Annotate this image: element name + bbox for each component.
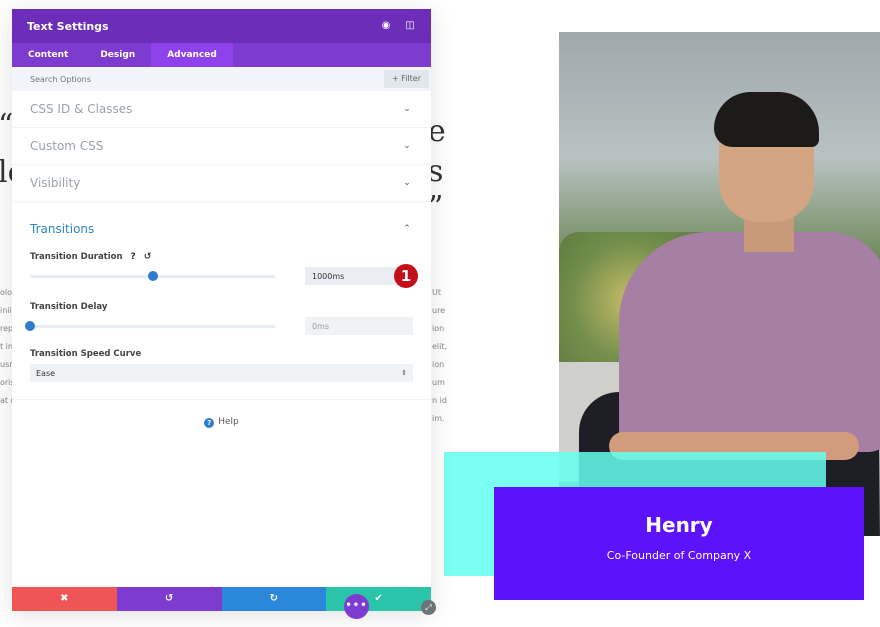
transition-duration-slider[interactable] [30, 270, 275, 281]
chevron-down-icon: ⌄ [403, 104, 411, 114]
chevron-down-icon: ⌄ [403, 141, 411, 151]
modal-title: Text Settings [27, 19, 109, 33]
tab-design[interactable]: Design [84, 43, 151, 67]
redo-icon: ↻ [269, 593, 279, 604]
body-text-fragment: ion [432, 360, 445, 369]
help-link[interactable]: ? Help [12, 417, 431, 428]
checkmark-icon: ✔ [374, 593, 383, 604]
body-text-fragment: usr [0, 360, 13, 369]
section-transitions[interactable]: Transitions ⌃ [12, 202, 431, 250]
section-custom-css[interactable]: Custom CSS ⌄ [12, 128, 431, 165]
close-icon: ✖ [60, 593, 69, 604]
step-number-badge: 1 [394, 264, 418, 288]
search-row: + Filter [12, 67, 431, 91]
divider [12, 399, 431, 400]
body-text-fragment: olo [0, 288, 13, 297]
body-text-fragment: ion [432, 324, 445, 333]
slider-thumb[interactable] [25, 320, 35, 331]
text-settings-modal: Text Settings ◉ ◫ Content Design Advance… [12, 9, 431, 611]
section-label: Transitions [30, 222, 95, 236]
section-label: CSS ID & Classes [30, 102, 133, 116]
help-circle-icon: ? [204, 418, 215, 428]
transition-delay-input[interactable] [305, 317, 413, 335]
transition-duration-field: Transition Duration ? ↺ 1 [12, 250, 431, 288]
transition-speed-curve-select[interactable]: Ease ⇕ [30, 364, 413, 382]
chevron-down-icon: ⌄ [403, 178, 411, 188]
tab-advanced[interactable]: Advanced [151, 43, 233, 67]
photo-shirt [619, 232, 880, 452]
help-question-icon[interactable]: ? [131, 252, 136, 262]
transition-delay-field: Transition Delay [12, 300, 431, 338]
photo-hair [714, 92, 819, 147]
section-label: Custom CSS [30, 139, 104, 153]
transition-speed-curve-field: Transition Speed Curve Ease ⇕ [12, 347, 431, 382]
ellipsis-icon: ••• [345, 600, 368, 611]
transition-delay-label: Transition Delay [30, 302, 108, 312]
body-text-fragment: um [432, 378, 445, 387]
section-css-id-classes[interactable]: CSS ID & Classes ⌄ [12, 91, 431, 128]
select-value: Ease [36, 368, 56, 378]
undo-icon: ↺ [164, 593, 174, 604]
focus-icon[interactable]: ◉ [380, 20, 392, 32]
chevron-up-icon: ⌃ [403, 224, 411, 234]
body-text-fragment: n id [432, 396, 447, 405]
reset-icon[interactable]: ↺ [144, 252, 152, 262]
select-arrows-icon: ⇕ [401, 369, 407, 377]
cancel-button[interactable]: ✖ [12, 587, 117, 611]
body-text-fragment: elit, [432, 342, 448, 351]
profile-card: Henry Co-Founder of Company X [494, 487, 864, 600]
profile-name: Henry [645, 513, 713, 537]
help-label: Help [218, 417, 239, 427]
save-button[interactable]: ✔ [326, 587, 431, 611]
slider-thumb[interactable] [147, 270, 158, 281]
undo-button[interactable]: ↺ [116, 587, 222, 611]
search-options-input[interactable] [30, 74, 384, 84]
transition-duration-label: Transition Duration [30, 252, 123, 262]
modal-header[interactable]: Text Settings ◉ ◫ [12, 9, 431, 43]
body-text-fragment: im. [432, 414, 445, 423]
tab-content[interactable]: Content [12, 43, 84, 67]
body-text-fragment: inii [0, 306, 12, 315]
profile-role: Co-Founder of Company X [606, 549, 752, 562]
section-label: Visibility [30, 176, 81, 190]
body-text-fragment: ure [432, 306, 446, 315]
redo-button[interactable]: ↻ [221, 587, 327, 611]
resize-handle[interactable]: ⤢ [421, 600, 436, 615]
body-text-fragment: Ut [432, 288, 441, 297]
more-options-button[interactable]: ••• [344, 594, 369, 619]
section-visibility[interactable]: Visibility ⌄ [12, 165, 431, 202]
resize-icon: ⤢ [425, 603, 432, 612]
transition-speed-curve-label: Transition Speed Curve [30, 349, 142, 359]
sidebar-toggle-icon[interactable]: ◫ [404, 20, 416, 32]
filter-button[interactable]: + Filter [383, 70, 429, 88]
transition-delay-slider[interactable] [25, 320, 275, 331]
tab-bar: Content Design Advanced [12, 43, 431, 67]
